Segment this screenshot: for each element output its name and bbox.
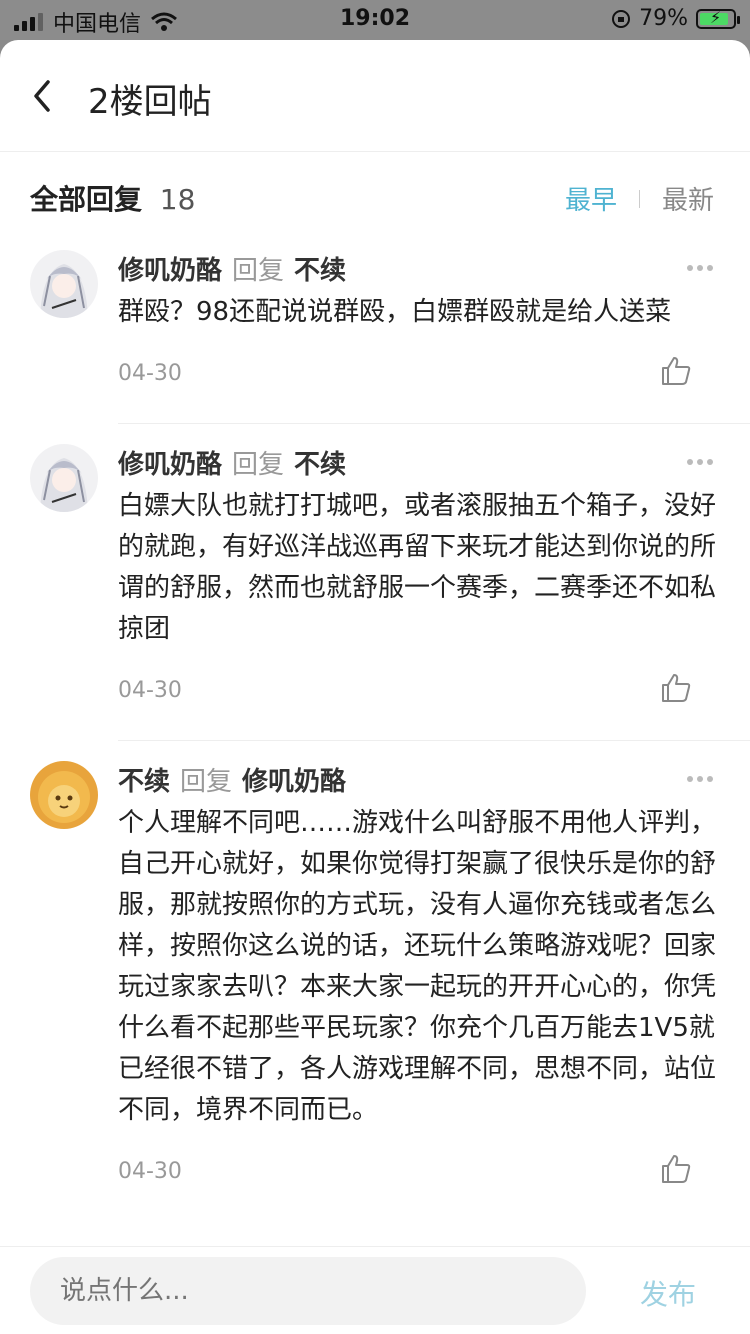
battery-percent: 79% — [639, 6, 688, 31]
status-bar: 中国电信 19:02 79% ⚡ — [0, 0, 750, 40]
publish-button[interactable]: 发布 — [640, 1273, 696, 1313]
reply-text: 个人理解不同吧……游戏什么叫舒服不用他人评判，自己开心就好，如果你觉得打架赢了很… — [118, 808, 717, 1125]
divider — [118, 423, 750, 424]
reply-verb: 回复 — [180, 767, 233, 797]
more-icon[interactable] — [686, 264, 714, 272]
sort-divider — [638, 189, 640, 208]
reply-item: 修叽奶酪 回复 不续 白嫖大队也就打打城吧，或者滚服抽五个箱子，没好的就跑，有好… — [0, 434, 750, 740]
rotation-lock-icon — [612, 9, 631, 28]
divider — [118, 740, 750, 741]
replies-count: 18 — [159, 183, 196, 216]
reply-text: 白嫖大队也就打打城吧，或者滚服抽五个箱子，没好的就跑，有好巡洋战巡再留下来玩才能… — [118, 491, 717, 644]
avatar[interactable] — [30, 444, 98, 512]
thumbs-up-icon[interactable] — [660, 1153, 692, 1185]
back-arrow-icon[interactable] — [28, 76, 58, 116]
reply-item: 修叽奶酪 回复 不续 群殴？98还配说说群殴，白嫖群殴就是给人送菜 04-30 — [0, 240, 750, 423]
reply-verb: 回复 — [232, 450, 285, 480]
reply-date: 04-30 — [118, 1159, 182, 1184]
reply-target[interactable]: 不续 — [294, 444, 346, 481]
avatar[interactable] — [30, 761, 98, 829]
author-name[interactable]: 修叽奶酪 — [118, 250, 222, 287]
thumbs-up-icon[interactable] — [660, 672, 692, 704]
thumbs-up-icon[interactable] — [660, 355, 692, 387]
replies-header: 全部回复 18 最早 最新 — [0, 152, 750, 240]
reply-date: 04-30 — [118, 678, 182, 703]
comment-input[interactable] — [30, 1257, 586, 1325]
author-name[interactable]: 不续 — [118, 761, 170, 798]
reply-date: 04-30 — [118, 361, 182, 386]
avatar[interactable] — [30, 250, 98, 318]
sort-latest-button[interactable]: 最新 — [662, 180, 714, 217]
reply-target[interactable]: 不续 — [294, 250, 346, 287]
replies-label: 全部回复 — [30, 183, 143, 216]
page-title: 2楼回帖 — [88, 82, 212, 122]
reply-sheet: 2楼回帖 全部回复 18 最早 最新 修叽奶酪 回复 不续 群殴？98还配说说群… — [0, 40, 750, 1334]
more-icon[interactable] — [686, 458, 714, 466]
reply-target[interactable]: 修叽奶酪 — [242, 761, 346, 798]
comment-bar: 发布 — [0, 1246, 750, 1334]
author-name[interactable]: 修叽奶酪 — [118, 444, 222, 481]
battery-icon: ⚡ — [696, 8, 740, 29]
reply-item: 不续 回复 修叽奶酪 个人理解不同吧……游戏什么叫舒服不用他人评判，自己开心就好… — [0, 751, 750, 1221]
reply-text: 群殴？98还配说说群殴，白嫖群殴就是给人送菜 — [118, 297, 672, 327]
sort-earliest-button[interactable]: 最早 — [565, 180, 617, 217]
reply-verb: 回复 — [232, 256, 285, 286]
sort-toggle: 最早 最新 — [565, 180, 714, 217]
more-icon[interactable] — [686, 775, 714, 783]
nav-bar: 2楼回帖 — [0, 40, 750, 152]
